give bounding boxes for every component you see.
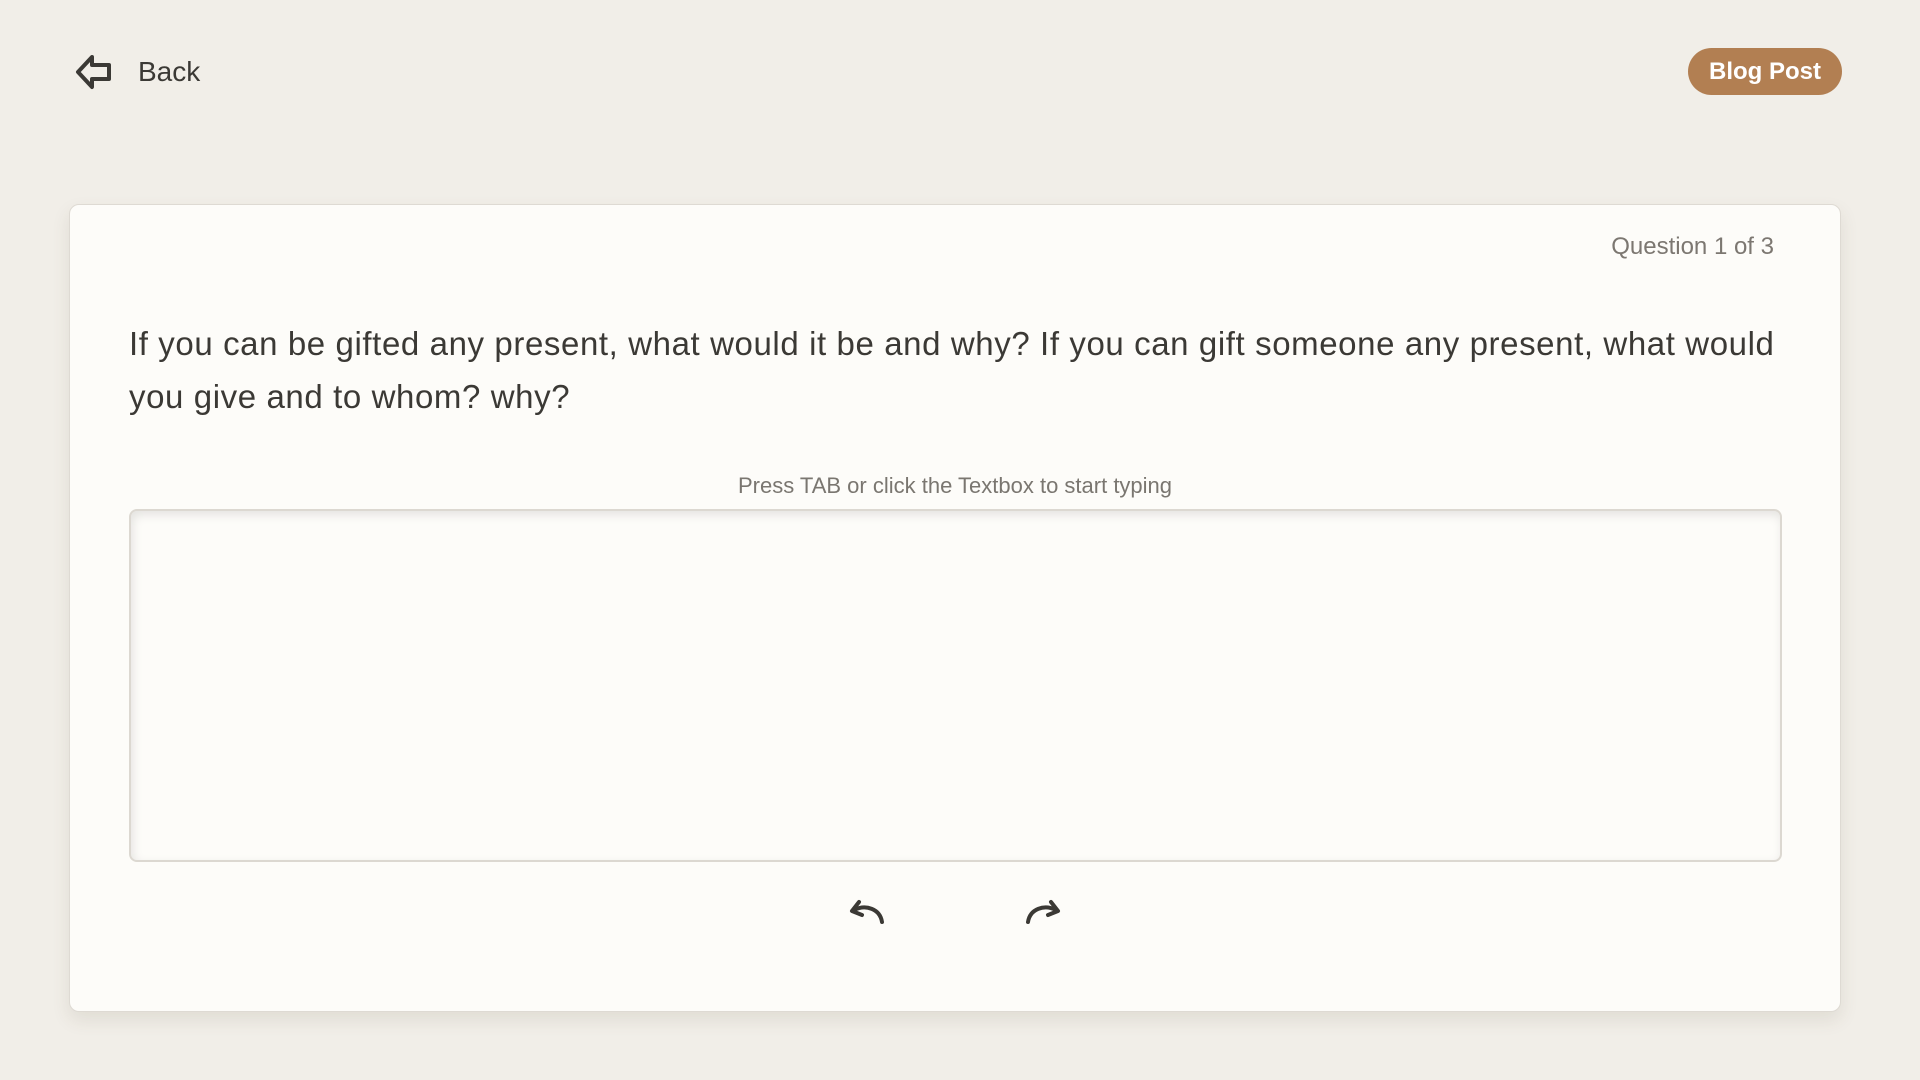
redo-icon — [1022, 895, 1066, 936]
back-button[interactable]: Back — [74, 50, 200, 94]
back-label: Back — [138, 56, 201, 87]
back-arrow-icon — [74, 52, 114, 92]
typing-hint: Press TAB or click the Textbox to start … — [737, 473, 1173, 498]
question-card: Question 1 of 3 If you can be gifted any… — [69, 204, 1841, 1012]
answer-textbox[interactable] — [129, 509, 1782, 862]
question-counter: Question 1 of 3 — [1611, 233, 1774, 260]
undo-button[interactable] — [842, 891, 890, 939]
question-text: If you can be gifted any present, what w… — [129, 325, 1775, 415]
redo-button[interactable] — [1020, 891, 1068, 939]
blog-post-badge: Blog Post — [1688, 48, 1842, 95]
undo-icon — [844, 895, 888, 936]
